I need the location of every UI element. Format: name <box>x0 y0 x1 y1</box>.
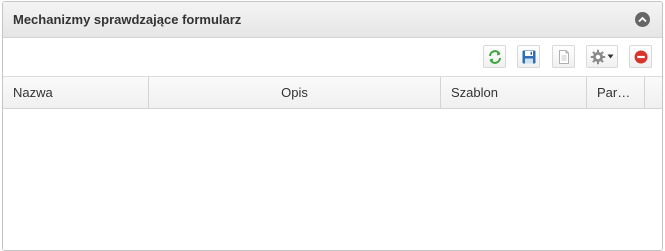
gear-icon <box>590 49 606 64</box>
column-header-filler <box>645 77 662 108</box>
collapse-button[interactable] <box>635 12 650 27</box>
chevron-up-icon <box>638 16 647 23</box>
refresh-button[interactable] <box>483 45 506 68</box>
document-button[interactable] <box>552 45 575 68</box>
column-header-parametry[interactable]: Par… <box>587 77 645 108</box>
refresh-icon <box>488 49 501 64</box>
toolbar <box>3 38 662 77</box>
panel-header: Mechanizmy sprawdzające formularz <box>3 2 662 38</box>
remove-icon <box>634 50 647 63</box>
validators-panel: Mechanizmy sprawdzające formularz Nazwa … <box>2 1 663 251</box>
save-button[interactable] <box>517 45 540 68</box>
column-header-opis[interactable]: Opis <box>149 77 441 108</box>
column-label: Opis <box>281 85 308 100</box>
document-icon <box>558 49 569 64</box>
column-label: Nazwa <box>13 85 53 100</box>
grid-header: Nazwa Opis Szablon Par… <box>3 77 662 109</box>
settings-dropdown-button[interactable] <box>586 45 618 68</box>
column-header-szablon[interactable]: Szablon <box>441 77 587 108</box>
column-header-nazwa[interactable]: Nazwa <box>3 77 149 108</box>
column-label: Par… <box>597 85 631 100</box>
column-label: Szablon <box>451 85 498 100</box>
remove-button[interactable] <box>629 45 652 68</box>
save-icon <box>522 50 535 63</box>
caret-down-icon <box>607 54 614 59</box>
panel-title: Mechanizmy sprawdzające formularz <box>13 12 242 27</box>
grid-body <box>3 109 662 250</box>
